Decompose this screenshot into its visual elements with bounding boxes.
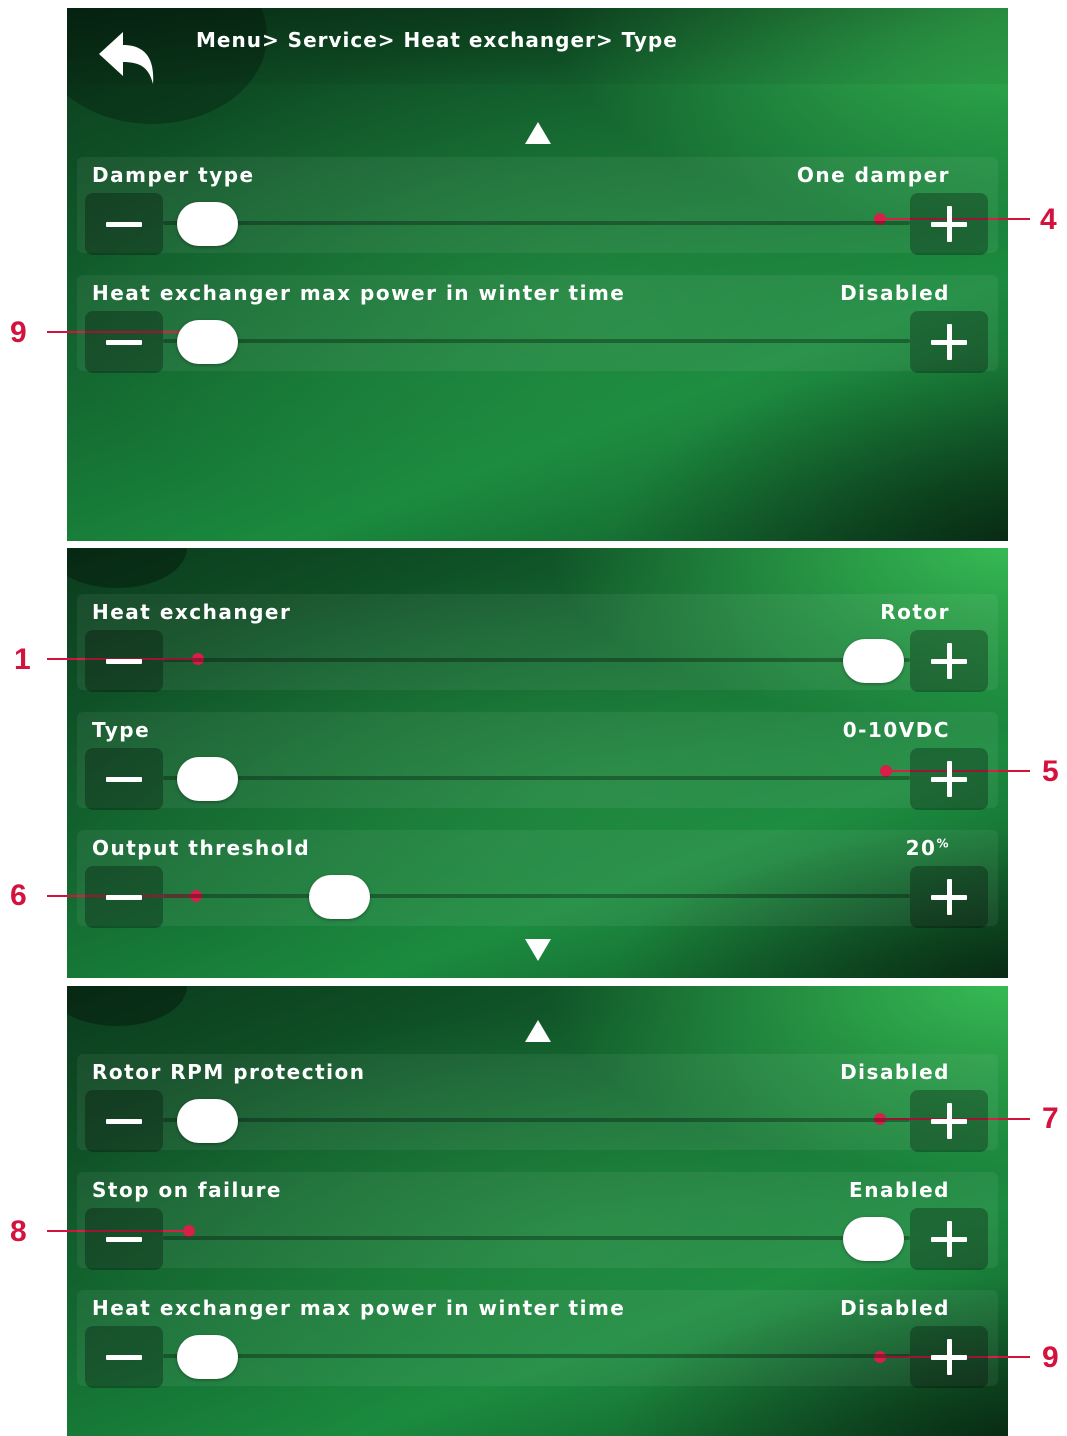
decrease-button[interactable]	[85, 311, 163, 373]
setting-value: Disabled	[840, 1296, 950, 1320]
slider-track[interactable]	[163, 776, 910, 780]
breadcrumb: Menu> Service> Heat exchanger> Type	[196, 28, 678, 52]
setting-row-stop-on-failure: Stop on failure Enabled	[77, 1172, 998, 1270]
slider-track[interactable]	[163, 221, 910, 225]
decrease-button[interactable]	[85, 866, 163, 928]
setting-row-heat-exchanger-max-power: Heat exchanger max power in winter time …	[77, 275, 998, 373]
decrease-button[interactable]	[85, 1326, 163, 1388]
slider-knob[interactable]	[843, 1217, 904, 1261]
slider-track[interactable]	[163, 1354, 910, 1358]
callout-number: 6	[10, 879, 27, 912]
slider-knob[interactable]	[177, 320, 238, 364]
back-button-circle	[67, 986, 187, 1026]
setting-label: Heat exchanger	[92, 600, 292, 624]
slider-knob[interactable]	[309, 875, 370, 919]
callout-number: 4	[1040, 203, 1057, 236]
setting-value: 20%	[906, 836, 950, 860]
threshold-value: 20	[905, 836, 937, 860]
screen-panel-3: Rotor RPM protection Disabled Stop on fa…	[67, 986, 1008, 1436]
setting-row-output-threshold: Output threshold 20%	[77, 830, 998, 928]
setting-row-heat-exchanger-max-power: Heat exchanger max power in winter time …	[77, 1290, 998, 1388]
increase-button[interactable]	[910, 866, 988, 928]
increase-button[interactable]	[910, 1090, 988, 1152]
setting-label: Heat exchanger max power in winter time	[92, 1296, 626, 1320]
setting-label: Type	[92, 718, 151, 742]
slider-track[interactable]	[163, 339, 910, 343]
decrease-button[interactable]	[85, 748, 163, 810]
slider-track[interactable]	[163, 658, 910, 662]
setting-value: One damper	[796, 163, 950, 187]
triangle-down-icon[interactable]	[523, 937, 553, 963]
decrease-button[interactable]	[85, 1208, 163, 1270]
decrease-button[interactable]	[85, 630, 163, 692]
slider-track[interactable]	[163, 1236, 910, 1240]
setting-label: Heat exchanger max power in winter time	[92, 281, 626, 305]
increase-button[interactable]	[910, 1326, 988, 1388]
increase-button[interactable]	[910, 311, 988, 373]
callout-number: 9	[10, 316, 27, 349]
setting-row-type: Type 0-10VDC	[77, 712, 998, 810]
setting-value: Disabled	[840, 281, 950, 305]
decrease-button[interactable]	[85, 193, 163, 255]
setting-value: Enabled	[849, 1178, 950, 1202]
callout-number: 9	[1042, 1341, 1059, 1374]
increase-button[interactable]	[910, 1208, 988, 1270]
setting-value: Disabled	[840, 1060, 950, 1084]
setting-row-damper-type: Damper type One damper	[77, 157, 998, 255]
decrease-button[interactable]	[85, 1090, 163, 1152]
increase-button[interactable]	[910, 630, 988, 692]
screen-panel-1: Menu> Service> Heat exchanger> Type Damp…	[67, 8, 1008, 541]
slider-track[interactable]	[163, 1118, 910, 1122]
setting-row-heat-exchanger: Heat exchanger Rotor	[77, 594, 998, 692]
setting-label: Stop on failure	[92, 1178, 282, 1202]
back-arrow-icon	[99, 32, 154, 84]
slider-track[interactable]	[163, 894, 910, 898]
back-button[interactable]	[95, 26, 165, 86]
increase-button[interactable]	[910, 193, 988, 255]
setting-value: Rotor	[880, 600, 950, 624]
setting-label: Damper type	[92, 163, 255, 187]
slider-knob[interactable]	[843, 639, 904, 683]
slider-knob[interactable]	[177, 1099, 238, 1143]
callout-number: 8	[10, 1215, 27, 1248]
increase-button[interactable]	[910, 748, 988, 810]
setting-value: 0-10VDC	[842, 718, 950, 742]
callout-number: 5	[1042, 755, 1059, 788]
slider-knob[interactable]	[177, 1335, 238, 1379]
screen-panel-2: Heat exchanger Rotor Type 0-10VDC Output…	[67, 548, 1008, 978]
setting-label: Output threshold	[92, 836, 311, 860]
triangle-up-icon[interactable]	[523, 1018, 553, 1044]
slider-knob[interactable]	[177, 202, 238, 246]
setting-label: Rotor RPM protection	[92, 1060, 366, 1084]
setting-row-rotor-rpm-protection: Rotor RPM protection Disabled	[77, 1054, 998, 1152]
threshold-unit: %	[936, 836, 950, 851]
triangle-up-icon[interactable]	[523, 120, 553, 146]
back-button-circle	[67, 548, 187, 588]
callout-number: 7	[1042, 1102, 1059, 1135]
callout-number: 1	[14, 643, 31, 676]
slider-knob[interactable]	[177, 757, 238, 801]
